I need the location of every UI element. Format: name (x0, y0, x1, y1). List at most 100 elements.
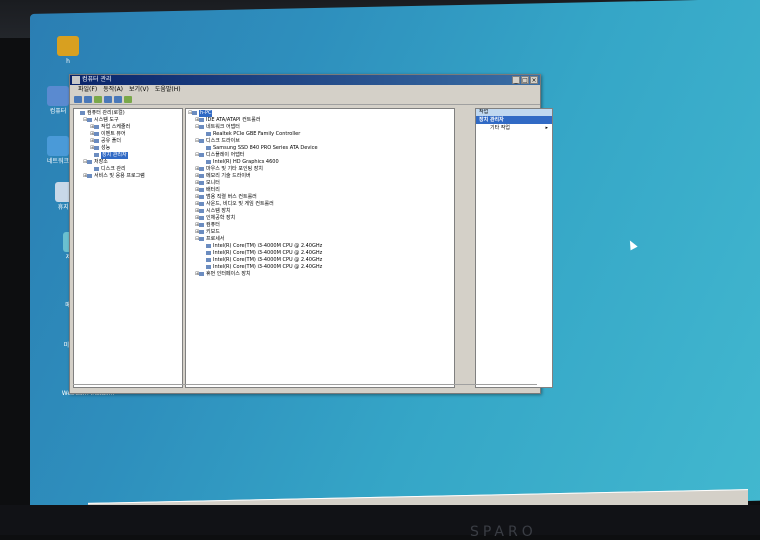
maximize-button[interactable]: □ (521, 76, 529, 84)
device-icon (199, 173, 204, 178)
device-tree-item[interactable]: ⊞ 모니터 (188, 180, 452, 187)
console-tree-item[interactable]: 장치 관리자 (76, 152, 180, 159)
console-tree-item[interactable]: 컴퓨터 관리(로컬) (76, 110, 180, 117)
tree-item-label: 마우스 및 기타 포인팅 장치 (206, 166, 263, 172)
window-title: 컴퓨터 관리 (82, 76, 112, 83)
menu-action[interactable]: 동작(A) (103, 85, 123, 94)
device-icon (206, 250, 211, 255)
console-tree-item[interactable]: ⊞ 성능 (76, 145, 180, 152)
forward-icon[interactable] (84, 95, 92, 103)
device-tree-item[interactable]: Samsung SSD 840 PRO Series ATA Device (188, 145, 452, 152)
tree-item-label: 이벤트 뷰어 (101, 131, 126, 137)
tree-item-label: Realtek PCIe GBE Family Controller (213, 131, 301, 137)
console-tree-pane[interactable]: 컴퓨터 관리(로컬) ⊟ 시스템 도구 ⊞ 작업 스케줄러 ⊞ 이벤트 뷰어 ⊞ 공유 폴더 ⊞ 성… (73, 108, 183, 388)
close-button[interactable]: × (530, 76, 538, 84)
actions-header: 작업 (476, 109, 552, 116)
device-tree-item[interactable]: ⊟ 프로세서 (188, 236, 452, 243)
console-tree-item[interactable]: ⊟ 시스템 도구 (76, 117, 180, 124)
device-icon (94, 145, 99, 150)
device-tree-item[interactable]: ⊞ 휴먼 인터페이스 장치 (188, 271, 452, 278)
device-tree-item[interactable]: Intel(R) HD Graphics 4600 (188, 159, 452, 166)
device-tree-item[interactable]: ⊞ 인체공학 장치 (188, 215, 452, 222)
computer-icon (47, 86, 69, 106)
window-titlebar[interactable]: 컴퓨터 관리 _ □ × (70, 75, 540, 85)
device-icon (199, 208, 204, 213)
tree-item-label: Intel(R) Core(TM) i3-4000M CPU @ 2.40GHz (213, 257, 323, 263)
device-tree-item[interactable]: ⊞ IDE ATA/ATAPI 컨트롤러 (188, 117, 452, 124)
show-hide-tree-icon[interactable] (104, 95, 112, 103)
console-tree-item[interactable]: ⊞ 서비스 및 응용 프로그램 (76, 173, 180, 180)
device-icon (199, 271, 204, 276)
device-tree-item[interactable]: Intel(R) Core(TM) i3-4000M CPU @ 2.40GHz (188, 250, 452, 257)
desktop-icon-label: h (66, 58, 70, 65)
device-icon (199, 138, 204, 143)
menu-help[interactable]: 도움말(H) (155, 85, 181, 94)
tree-item-label: 사운드, 비디오 및 게임 컨트롤러 (206, 201, 274, 207)
device-icon (87, 173, 92, 178)
monitor-bezel-bottom (0, 505, 760, 535)
console-tree-item[interactable]: ⊞ 이벤트 뷰어 (76, 131, 180, 138)
tree-item-label: 디스크 드라이브 (206, 138, 240, 144)
tree-item-label: Samsung SSD 840 PRO Series ATA Device (213, 145, 318, 151)
tree-item-label: 모니터 (206, 180, 220, 186)
device-tree-item[interactable]: ⊞ 시스템 장치 (188, 208, 452, 215)
action-item-more[interactable]: 기타 작업 ▸ (476, 124, 552, 132)
device-icon (206, 257, 211, 262)
device-tree-item[interactable]: ⊞ 배터리 (188, 187, 452, 194)
tree-item-label: Intel(R) Core(TM) i3-4000M CPU @ 2.40GHz (213, 264, 323, 270)
back-icon[interactable] (74, 95, 82, 103)
tree-item-label: Intel(R) Core(TM) i3-4000M CPU @ 2.40GHz (213, 243, 323, 249)
tree-item-label: 인체공학 장치 (206, 215, 236, 221)
device-icon (94, 152, 99, 157)
device-icon (94, 138, 99, 143)
device-icon (206, 131, 211, 136)
tree-item-label: Intel(R) HD Graphics 4600 (213, 159, 279, 165)
device-tree-item[interactable]: ⊞ 키보드 (188, 229, 452, 236)
device-icon (80, 110, 85, 115)
computer-management-window[interactable]: 컴퓨터 관리 _ □ × 파일(F) 동작(A) 보기(V) 도움말(H) 컴퓨… (69, 74, 553, 394)
device-icon (206, 159, 211, 164)
minimize-button[interactable]: _ (512, 76, 520, 84)
tree-item-label: IDE ATA/ATAPI 컨트롤러 (206, 117, 261, 123)
actions-section-device-manager[interactable]: 장치 관리자 (476, 116, 552, 124)
device-tree-item[interactable]: ⊟ 네트워크 어댑터 (188, 124, 452, 131)
console-tree-item[interactable]: ⊞ 작업 스케줄러 (76, 124, 180, 131)
tree-item-label: 성능 (101, 145, 111, 151)
device-tree-pane[interactable]: ⊟ h-PC ⊞ IDE ATA/ATAPI 컨트롤러 ⊟ 네트워크 어댑터 Realtek… (185, 108, 455, 388)
device-tree-item[interactable]: ⊞ 범용 직렬 버스 컨트롤러 (188, 194, 452, 201)
tree-item-label: 디스크 관리 (101, 166, 126, 172)
device-tree-item[interactable]: ⊞ 사운드, 비디오 및 게임 컨트롤러 (188, 201, 452, 208)
device-tree-item[interactable]: ⊟ h-PC (188, 110, 452, 117)
device-tree-item[interactable]: Intel(R) Core(TM) i3-4000M CPU @ 2.40GHz (188, 257, 452, 264)
tree-item-label: 공유 폴더 (101, 138, 121, 144)
help-icon[interactable] (114, 95, 122, 103)
console-tree-item[interactable]: 디스크 관리 (76, 166, 180, 173)
device-icon (94, 166, 99, 171)
device-icon (87, 117, 92, 122)
menu-file[interactable]: 파일(F) (78, 85, 97, 94)
device-tree-item[interactable]: ⊞ 컴퓨터 (188, 222, 452, 229)
up-icon[interactable] (94, 95, 102, 103)
device-icon (199, 215, 204, 220)
desktop-icon-folder[interactable]: h (40, 36, 96, 65)
properties-icon[interactable] (124, 95, 132, 103)
device-tree-item[interactable]: Intel(R) Core(TM) i3-4000M CPU @ 2.40GHz (188, 243, 452, 250)
device-tree-item[interactable]: ⊟ 디스크 드라이브 (188, 138, 452, 145)
device-tree-item[interactable]: Intel(R) Core(TM) i3-4000M CPU @ 2.40GHz (188, 264, 452, 271)
device-tree-item[interactable]: ⊞ 마우스 및 기타 포인팅 장치 (188, 166, 452, 173)
menu-view[interactable]: 보기(V) (129, 85, 149, 94)
device-icon (199, 124, 204, 129)
device-icon (94, 124, 99, 129)
device-icon (199, 166, 204, 171)
console-tree-item[interactable]: ⊟ 저장소 (76, 159, 180, 166)
tree-item-label: 메모리 기술 드라이버 (206, 173, 251, 179)
status-bar (73, 384, 537, 391)
device-icon (199, 229, 204, 234)
device-tree-item[interactable]: ⊟ 디스플레이 어댑터 (188, 152, 452, 159)
tree-item-label: 프로세서 (206, 236, 225, 242)
device-tree-item[interactable]: Realtek PCIe GBE Family Controller (188, 131, 452, 138)
device-icon (206, 243, 211, 248)
device-icon (199, 117, 204, 122)
device-tree-item[interactable]: ⊞ 메모리 기술 드라이버 (188, 173, 452, 180)
console-tree-item[interactable]: ⊞ 공유 폴더 (76, 138, 180, 145)
